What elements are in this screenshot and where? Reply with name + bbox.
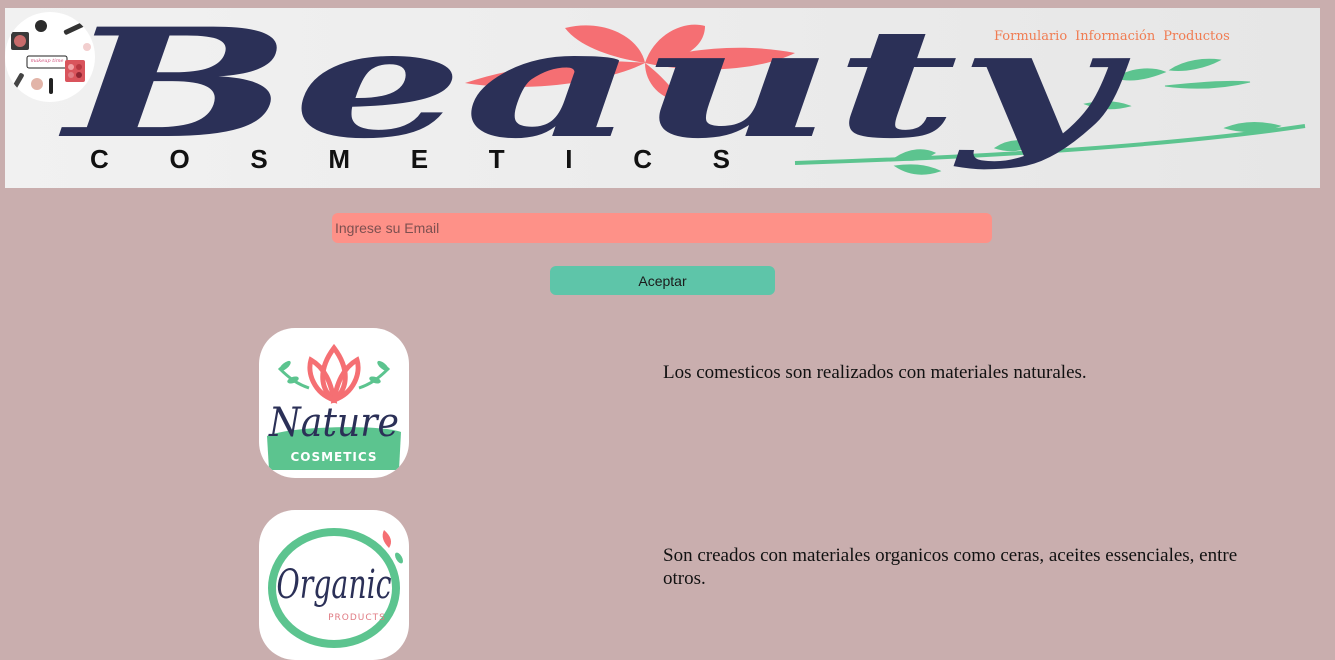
logo-lettering: makeup time [30,58,63,64]
banner-brand-text: Beauty [58,8,1131,172]
nav-link-formulario[interactable]: Formulario [994,29,1067,44]
organic-products-badge: Organic PRODUCTS [259,510,409,660]
badge-sub: COSMETICS [290,450,377,464]
nav-link-productos[interactable]: Productos [1163,29,1230,44]
feature-description: Son creados con materiales organicos com… [663,545,1238,589]
feature-description: Los comesticos son realizados con materi… [663,362,1087,383]
lotus-icon: Nature COSMETICS [267,343,401,470]
badge-sub: PRODUCTS [328,613,386,623]
site-logo[interactable]: makeup time [5,12,95,102]
makeup-kit-icon: makeup time [11,20,91,94]
banner-sub-text: COSMETICS [90,144,730,174]
badge-title: Nature [268,400,399,446]
accept-button[interactable]: Aceptar [550,266,775,295]
nav-link-informacion[interactable]: Información [1075,29,1155,44]
badge-title: Organic [277,562,392,608]
organic-ring-icon: Organic PRODUCTS [268,528,403,648]
nature-cosmetics-badge: Nature COSMETICS [259,328,409,478]
email-input[interactable] [332,213,992,243]
main-nav: Formulario Información Productos [994,29,1230,44]
